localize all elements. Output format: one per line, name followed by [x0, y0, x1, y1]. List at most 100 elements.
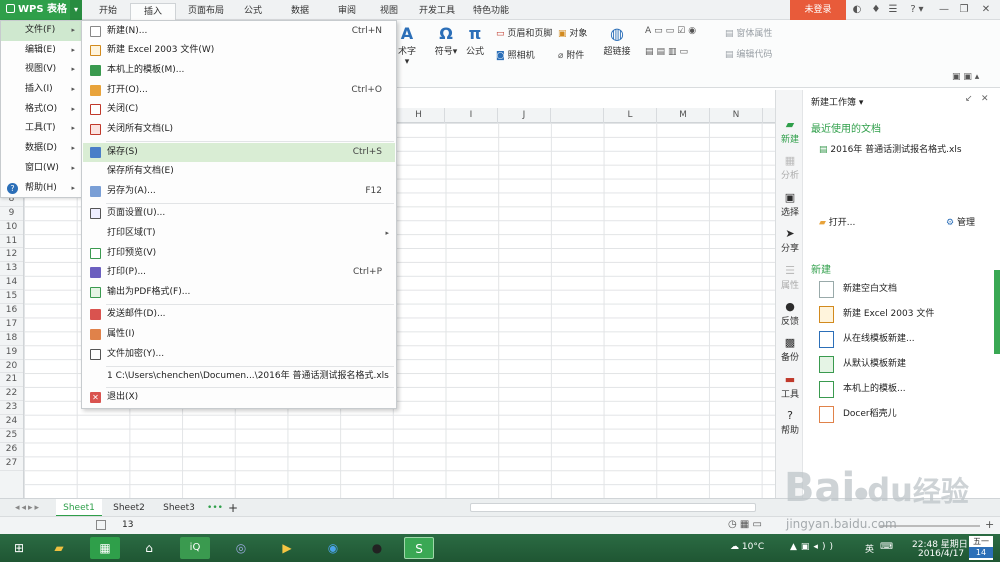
row-header-cell[interactable]: 19 — [0, 346, 23, 360]
pane-tab-tools[interactable]: ▬ 工具 — [776, 373, 804, 400]
row-header-cell[interactable]: 27 — [0, 457, 23, 471]
hyperlink-button[interactable]: ◍ 超链接 — [602, 24, 632, 57]
ime-indicator[interactable]: 英 — [865, 542, 874, 555]
help-dropdown-icon[interactable]: ▾ — [915, 4, 927, 16]
menu-item-window[interactable]: 窗口(W) ▸ — [1, 159, 81, 179]
iqiyi-icon[interactable]: iQ — [180, 537, 210, 559]
file-save-all-item[interactable]: 保存所有文档(E) — [83, 162, 395, 181]
manage-button[interactable]: ⚙ 管理 — [946, 215, 975, 228]
horizontal-scrollbar[interactable] — [470, 503, 756, 512]
window-props-button[interactable]: ▤ 窗体属性 — [725, 26, 772, 39]
file-new-excel-item[interactable]: 新建 Excel 2003 文件(W) — [83, 41, 395, 60]
attachment-button[interactable]: ⌀ 附件 — [558, 48, 584, 61]
qq-icon[interactable]: ● — [362, 537, 392, 559]
open-button[interactable]: ▰ 打开... — [819, 215, 855, 228]
pane-tab-share[interactable]: ➤ 分享 — [776, 227, 804, 254]
row-header-cell[interactable]: 20 — [0, 360, 23, 374]
media-player-icon[interactable]: ▶ — [272, 537, 302, 559]
file-open-item[interactable]: 打开(O)... Ctrl+O — [83, 81, 395, 100]
file-save-as-item[interactable]: 另存为(A)... F12 — [83, 182, 395, 201]
row-header-cell[interactable]: 16 — [0, 304, 23, 318]
menu-item-tools[interactable]: 工具(T) ▸ — [1, 119, 81, 139]
column-header-cell[interactable]: J — [498, 108, 551, 123]
docer-item[interactable]: Docer稻壳儿 — [819, 403, 989, 425]
menu-item-insert[interactable]: 插入(I) ▸ — [1, 80, 81, 100]
new-excel-2003-item[interactable]: 新建 Excel 2003 文件 — [819, 303, 989, 325]
video-player-icon[interactable]: ◉ — [318, 537, 348, 559]
file-properties-item[interactable]: 属性(I) — [83, 325, 395, 344]
file-close-all-item[interactable]: 关闭所有文档(L) — [83, 120, 395, 139]
wps-taskbar-icon[interactable]: S — [404, 537, 434, 559]
sheet-nav-arrows[interactable]: ◂◂▸▸ — [6, 499, 50, 517]
row-header-cell[interactable]: 17 — [0, 318, 23, 332]
pane-tab-backup[interactable]: ▩ 备份 — [776, 336, 804, 363]
menu-item-file[interactable]: 文件(F) ▸ — [1, 21, 81, 41]
file-new-item[interactable]: 新建(N)... Ctrl+N — [83, 22, 395, 41]
ribbon-small-icons[interactable]: ▣ ▣ ▴ — [952, 72, 979, 82]
row-header-cell[interactable]: 12 — [0, 248, 23, 263]
file-recent-item[interactable]: 1 C:\Users\chenchen\Documen...\2016年 普通话… — [83, 367, 395, 386]
tab-view[interactable]: 视图 — [372, 3, 406, 20]
store-icon[interactable]: ▦ — [90, 537, 120, 559]
file-print-preview-item[interactable]: 打印预览(V) — [83, 244, 395, 263]
file-close-item[interactable]: 关闭(C) — [83, 100, 395, 119]
local-template-item[interactable]: 本机上的模板... — [819, 378, 989, 400]
row-header-cell[interactable]: 14 — [0, 276, 23, 291]
row-header-cell[interactable]: 22 — [0, 387, 23, 402]
pane-close-icon[interactable]: ✕ — [981, 94, 989, 104]
formula-button[interactable]: π 公式 — [464, 24, 486, 57]
file-send-mail-item[interactable]: 发送邮件(D)... — [83, 305, 395, 324]
file-exit-item[interactable]: ✕ 退出(X) — [83, 388, 395, 407]
column-header-cell-k[interactable] — [551, 108, 604, 123]
new-from-online-item[interactable]: 从在线模板新建... — [819, 328, 989, 350]
windows-start-icon[interactable]: ⊞ — [4, 537, 34, 559]
login-button[interactable]: 未登录 — [790, 0, 846, 20]
file-print-item[interactable]: 打印(P)... Ctrl+P — [83, 263, 395, 282]
file-save-item[interactable]: 保存(S) Ctrl+S — [83, 143, 395, 162]
art-text-button[interactable]: A 术字▾ — [396, 24, 418, 67]
tab-data[interactable]: 数据 — [283, 3, 317, 20]
row-header-cell[interactable]: 15 — [0, 290, 23, 305]
sheet-tab[interactable]: Sheet2 — [106, 499, 152, 517]
pane-tab-new[interactable]: ▰ 新建 — [776, 118, 804, 145]
sheet-tab[interactable]: Sheet1 — [56, 499, 102, 517]
menu-icon[interactable]: ☰ — [887, 4, 899, 16]
file-encrypt-item[interactable]: 文件加密(Y)... — [83, 345, 395, 364]
form-controls-row-1[interactable]: A▭▭☑◉ — [645, 26, 699, 36]
more-sheets-icon[interactable]: ••• — [206, 499, 224, 517]
row-header-cell[interactable]: 24 — [0, 415, 23, 430]
row-header-cell[interactable]: 11 — [0, 235, 23, 249]
tab-developer[interactable]: 开发工具 — [414, 3, 460, 20]
chevron-down-icon[interactable]: ▾ — [70, 0, 82, 20]
weather-tray[interactable]: ☁ 10°C — [730, 542, 764, 552]
ime-mode-icon[interactable]: ⌨ — [880, 542, 893, 552]
row-header-cell[interactable]: 21 — [0, 373, 23, 388]
tab-page-layout[interactable]: 页面布局 — [180, 3, 232, 20]
file-explorer-icon[interactable]: ▰ — [44, 537, 74, 559]
column-header-cell[interactable]: I — [445, 108, 498, 123]
pane-tab-props[interactable]: ☰ 属性 — [776, 264, 804, 291]
recent-doc-link[interactable]: ▤ 2016年 普通话测试报名格式.xls — [819, 142, 962, 155]
tab-home[interactable]: 开始 — [88, 3, 128, 20]
symbol-button[interactable]: Ω 符号▾ — [432, 24, 460, 57]
view-mode-icons[interactable]: ◷ ▦ ▭ — [728, 519, 762, 530]
baidu-disk-icon[interactable]: ◎ — [226, 537, 256, 559]
column-header-cell[interactable]: H — [393, 108, 445, 123]
tab-formulas[interactable]: 公式 — [236, 3, 270, 20]
calendar-widget[interactable]: 五一 14 — [969, 536, 993, 560]
status-doc-icon[interactable] — [96, 520, 106, 530]
tab-review[interactable]: 审阅 — [330, 3, 364, 20]
tray-icons[interactable]: ▲▣◂)) — [790, 542, 837, 552]
restore-icon[interactable]: ❐ — [958, 4, 970, 16]
add-sheet-icon[interactable]: + — [226, 499, 240, 517]
row-header-cell[interactable]: 10 — [0, 221, 23, 235]
wps-app-menu-button[interactable]: WPS 表格 ▾ — [0, 0, 82, 20]
skin-icon[interactable]: ◐ — [851, 4, 863, 16]
close-icon[interactable]: ✕ — [980, 4, 992, 16]
column-header-cell[interactable]: L — [604, 108, 657, 123]
new-blank-doc-item[interactable]: 新建空白文档 — [819, 278, 989, 300]
column-header-cell[interactable]: N — [710, 108, 763, 123]
row-header-cell[interactable]: 23 — [0, 401, 23, 416]
tab-insert[interactable]: 插入 — [130, 3, 176, 20]
form-controls-row-2[interactable]: ▤▤▥▭ — [645, 47, 691, 57]
